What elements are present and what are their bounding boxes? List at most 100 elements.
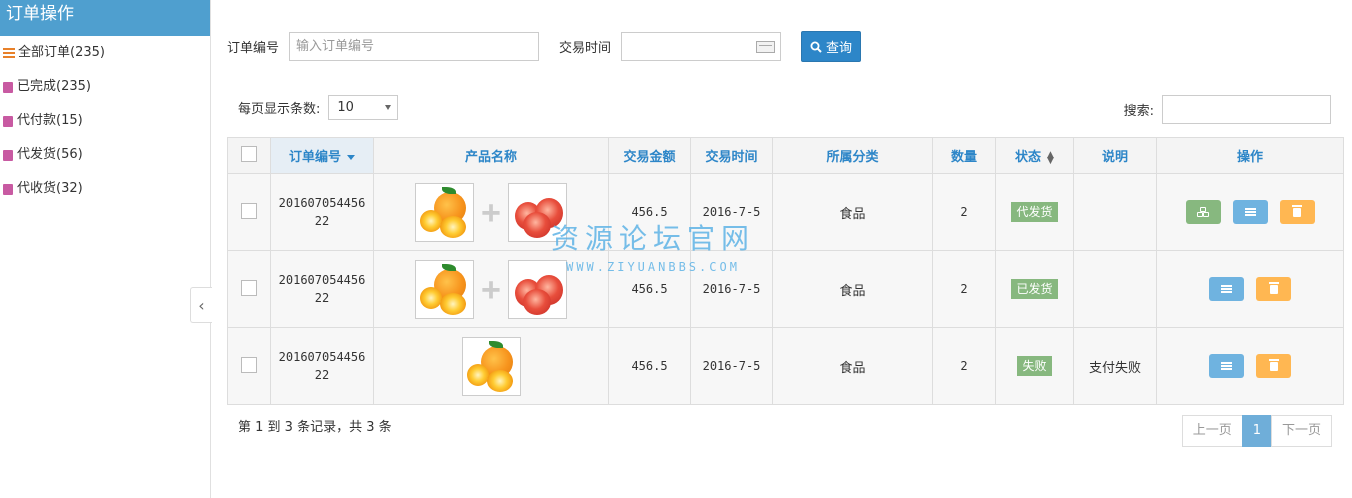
status-badge: 失败 bbox=[1017, 356, 1052, 376]
sidebar-item-label: 代发货(56) bbox=[17, 147, 83, 162]
qty-cell: 2 bbox=[932, 327, 996, 405]
sidebar-item-pending-payment[interactable]: 代付款(15) bbox=[0, 104, 210, 138]
col-product-name[interactable]: 产品名称 bbox=[373, 137, 609, 174]
sidebar-collapse-button[interactable]: ‹ bbox=[190, 287, 212, 323]
category-cell: 食品 bbox=[772, 173, 933, 251]
order-no: 201607054456 22 bbox=[278, 350, 366, 382]
row-checkbox[interactable] bbox=[241, 279, 257, 296]
orange-image bbox=[415, 259, 474, 319]
table-row: 201607054456 22 + bbox=[227, 250, 1344, 328]
query-button-label: 查询 bbox=[826, 41, 853, 56]
status-badge: 已发货 bbox=[1011, 279, 1058, 299]
row-checkbox[interactable] bbox=[241, 356, 257, 373]
select-all-checkbox[interactable] bbox=[241, 145, 257, 162]
page-size-control: 每页显示条数: 10 bbox=[238, 95, 399, 120]
col-trade-time[interactable]: 交易时间 bbox=[690, 137, 773, 174]
qty-cell: 2 bbox=[932, 173, 996, 251]
query-button[interactable]: 查询 bbox=[801, 31, 862, 62]
page-1-button[interactable]: 1 bbox=[1241, 415, 1272, 447]
trash-icon bbox=[1268, 358, 1279, 371]
page-size-label: 每页显示条数: bbox=[238, 102, 321, 117]
date-cell: 2016-7-5 bbox=[690, 327, 773, 405]
order-no: 201607054456 22 bbox=[278, 196, 366, 228]
caret-down-icon bbox=[385, 105, 392, 110]
edit-button[interactable] bbox=[1232, 200, 1268, 224]
document-icon bbox=[3, 81, 13, 93]
pagination: 上一页 1 下一页 bbox=[1181, 415, 1332, 447]
sort-desc-icon bbox=[347, 155, 355, 160]
order-no: 201607054456 22 bbox=[278, 273, 366, 305]
filter-input[interactable] bbox=[1162, 95, 1331, 124]
col-actions: 操作 bbox=[1156, 137, 1344, 174]
filter-label: 搜索: bbox=[1123, 104, 1154, 119]
delete-button[interactable] bbox=[1256, 277, 1291, 301]
sidebar-item-label: 代付款(15) bbox=[17, 113, 83, 128]
select-all-cell bbox=[227, 137, 271, 174]
orders-table: 订单编号 产品名称 交易金额 交易时间 所属分类 数量 状态 ▲ ▼ 说明 操作 2… bbox=[227, 137, 1344, 405]
col-note: 说明 bbox=[1073, 137, 1157, 174]
search-icon bbox=[810, 41, 822, 53]
table-filter: 搜索: bbox=[1124, 95, 1331, 124]
next-page-button[interactable]: 下一页 bbox=[1270, 415, 1332, 447]
orange-image bbox=[461, 336, 521, 396]
page-size-value: 10 bbox=[337, 100, 354, 115]
date-cell: 2016-7-5 bbox=[690, 173, 773, 251]
apple-image bbox=[508, 182, 567, 242]
product-images: + bbox=[374, 182, 608, 242]
calendar-icon[interactable] bbox=[756, 41, 776, 53]
list-icon bbox=[1244, 208, 1256, 216]
amount-cell: 456.5 bbox=[608, 327, 691, 405]
sidebar-item-all-orders[interactable]: 全部订单(235) bbox=[0, 36, 210, 70]
trash-icon bbox=[1292, 204, 1302, 217]
list-icon bbox=[1221, 285, 1232, 293]
sidebar: 订单操作 全部订单(235) 已完成(235) 代付款(15) 代发货(56) … bbox=[0, 0, 211, 498]
sort-both-icon: ▲ ▼ bbox=[1047, 149, 1054, 166]
sidebar-title: 订单操作 bbox=[0, 0, 210, 36]
trade-time-input[interactable] bbox=[621, 32, 782, 61]
document-icon bbox=[3, 183, 13, 195]
edit-button[interactable] bbox=[1209, 354, 1244, 378]
chevron-left-icon: ‹ bbox=[198, 295, 205, 315]
delete-button[interactable] bbox=[1279, 200, 1315, 224]
page-size-select[interactable]: 10 bbox=[328, 95, 399, 120]
col-status[interactable]: 状态 ▲ ▼ bbox=[995, 137, 1074, 174]
qty-cell: 2 bbox=[932, 250, 996, 328]
document-icon bbox=[3, 115, 13, 127]
prev-page-button[interactable]: 上一页 bbox=[1181, 415, 1243, 447]
status-badge: 代发货 bbox=[1011, 202, 1058, 222]
sidebar-item-pending-shipment[interactable]: 代发货(56) bbox=[0, 138, 210, 172]
detail-button[interactable] bbox=[1185, 200, 1221, 224]
note-cell bbox=[1073, 173, 1157, 251]
table-header-row: 订单编号 产品名称 交易金额 交易时间 所属分类 数量 状态 ▲ ▼ 说明 操作 bbox=[227, 137, 1344, 174]
main-content: 订单编号 输入订单编号 交易时间 查询 每页显示条数: 10 搜索: 订单编号 … bbox=[212, 0, 1352, 498]
edit-button[interactable] bbox=[1209, 277, 1244, 301]
col-quantity[interactable]: 数量 bbox=[932, 137, 996, 174]
list-icon bbox=[3, 48, 15, 58]
cubes-icon bbox=[1196, 207, 1210, 217]
sidebar-item-label: 全部订单(235) bbox=[18, 45, 105, 60]
plus-icon: + bbox=[481, 193, 501, 231]
table-row: 201607054456 22 + bbox=[227, 173, 1344, 251]
list-icon bbox=[1221, 362, 1232, 370]
date-cell: 2016-7-5 bbox=[690, 250, 773, 328]
col-category[interactable]: 所属分类 bbox=[772, 137, 933, 174]
col-amount[interactable]: 交易金额 bbox=[608, 137, 691, 174]
col-order-no[interactable]: 订单编号 bbox=[270, 137, 374, 174]
orange-image bbox=[415, 182, 474, 242]
trash-icon bbox=[1268, 281, 1279, 294]
sidebar-item-pending-receipt[interactable]: 代收货(32) bbox=[0, 172, 210, 206]
note-cell bbox=[1073, 250, 1157, 328]
amount-cell: 456.5 bbox=[608, 250, 691, 328]
delete-button[interactable] bbox=[1256, 354, 1291, 378]
plus-icon: + bbox=[481, 270, 501, 308]
sidebar-item-label: 已完成(235) bbox=[17, 79, 91, 94]
sidebar-item-label: 代收货(32) bbox=[17, 181, 83, 196]
apple-image bbox=[508, 259, 567, 319]
product-images bbox=[374, 336, 608, 396]
trade-time-label: 交易时间 bbox=[559, 41, 612, 56]
category-cell: 食品 bbox=[772, 250, 933, 328]
order-no-input[interactable]: 输入订单编号 bbox=[289, 32, 540, 61]
row-checkbox[interactable] bbox=[241, 202, 257, 219]
sidebar-item-completed[interactable]: 已完成(235) bbox=[0, 70, 210, 104]
note-cell: 支付失败 bbox=[1073, 327, 1157, 405]
